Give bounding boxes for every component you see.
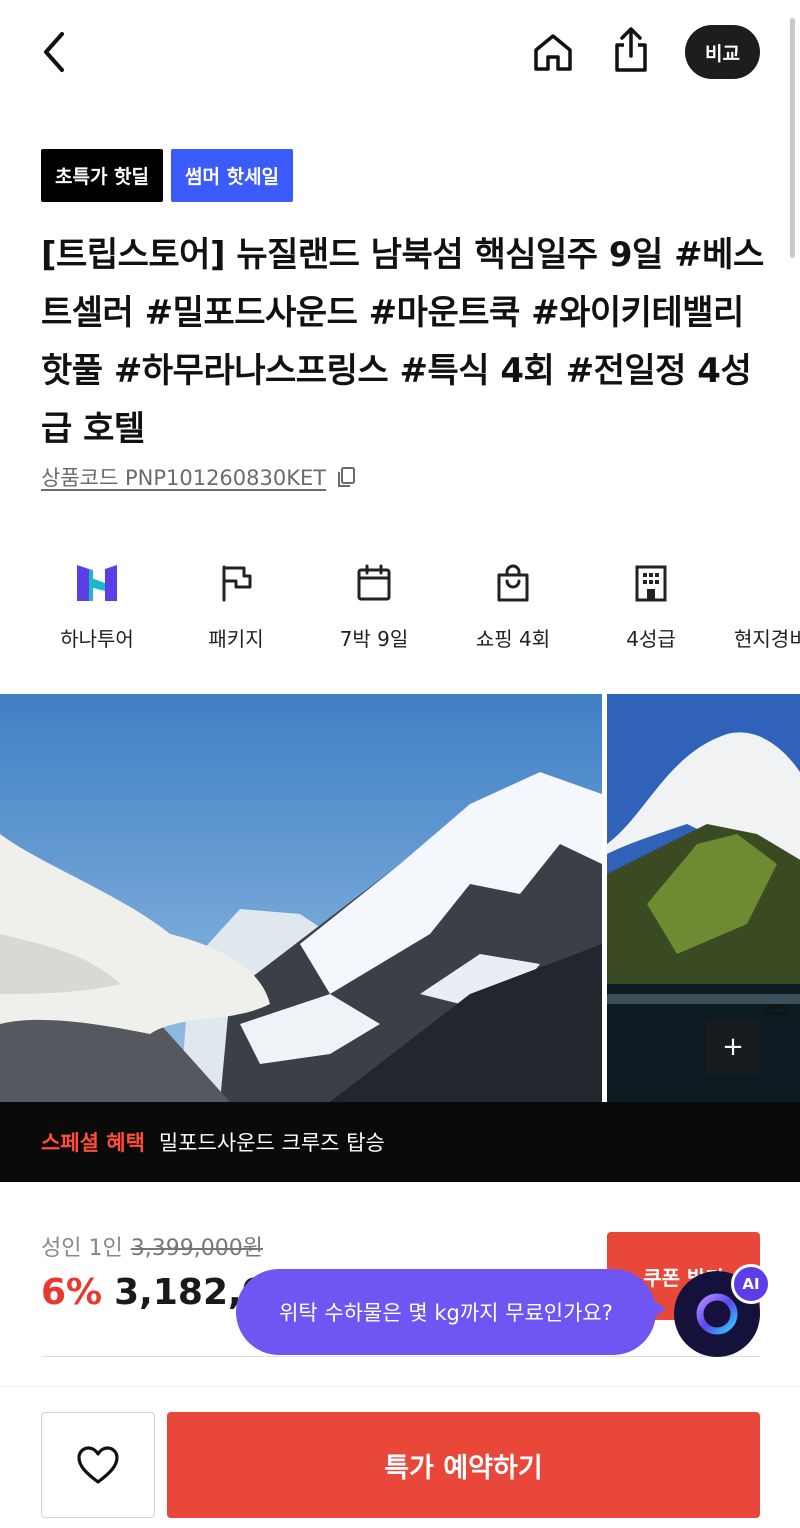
hanatour-logo-icon — [77, 565, 117, 601]
feature-label: 4성급 — [626, 627, 676, 651]
plus-icon: + — [722, 1032, 744, 1062]
special-benefit-text: 밀포드사운드 크루즈 탑승 — [158, 1131, 385, 1155]
home-button[interactable] — [530, 30, 576, 74]
feature-label: 현지경비 — [734, 627, 800, 651]
feature-item-shopping: 쇼핑 4회 — [443, 555, 583, 652]
ai-question-text: 위탁 수하물은 몇 kg까지 무료인가요? — [279, 1301, 613, 1325]
home-icon — [534, 34, 572, 71]
share-icon — [615, 27, 647, 72]
price-original-row: 성인 1인 3,399,000원 — [41, 1230, 267, 1262]
book-button[interactable]: 특가 예약하기 — [167, 1412, 760, 1518]
flag-icon — [222, 565, 252, 602]
feature-item-duration: 7박 9일 — [304, 555, 444, 652]
top-bar: 비교 — [0, 0, 800, 110]
copy-icon[interactable] — [334, 465, 358, 489]
product-code-row: 상품코드 PNP101260830KET — [41, 462, 358, 492]
feature-label: 쇼핑 4회 — [475, 627, 551, 651]
back-button[interactable] — [34, 30, 74, 74]
price-person: 성인 1인 — [41, 1236, 123, 1261]
divider — [41, 1356, 760, 1357]
bottom-action-bar: 특가 예약하기 — [0, 1386, 800, 1528]
feature-item-type: 패키지 — [166, 555, 306, 652]
ai-suggested-question[interactable]: 위탁 수하물은 몇 kg까지 무료인가요? — [236, 1269, 666, 1355]
special-benefit-label: 스페셜 혜택 — [41, 1131, 145, 1155]
shopping-bag-icon — [497, 564, 529, 602]
feature-row: 하나투어 패키지 7박 9일 쇼핑 4회 4성급 현지경비 — [0, 555, 800, 655]
price-original: 3,399,000원 — [130, 1236, 263, 1261]
product-code: 상품코드 PNP101260830KET — [41, 466, 327, 490]
hotdeal-badge: 초특가 핫딜 — [41, 149, 164, 202]
price-current-row: 6% 3,182,0 — [41, 1272, 267, 1313]
feature-item-agency: 하나투어 — [27, 555, 167, 652]
price-area: 성인 1인 3,399,000원 6% 3,182,0 — [41, 1230, 267, 1313]
discount-rate: 6% — [41, 1272, 103, 1313]
wishlist-button[interactable] — [41, 1412, 155, 1518]
calendar-icon — [357, 564, 391, 601]
feature-item-local-cost: 현지경비 — [720, 555, 800, 652]
share-button[interactable] — [608, 26, 654, 74]
scrollbar[interactable] — [790, 18, 795, 258]
badge-row: 초특가 핫딜 썸머 핫세일 — [41, 149, 294, 202]
photo-gallery[interactable] — [0, 694, 800, 1102]
heart-icon — [77, 1446, 119, 1484]
feature-label: 7박 9일 — [339, 627, 409, 651]
building-icon — [635, 565, 667, 602]
feature-label: 패키지 — [208, 627, 264, 651]
summer-sale-badge: 썸머 핫세일 — [171, 149, 294, 202]
ai-badge: AI — [731, 1264, 771, 1304]
product-title: [트립스토어] 뉴질랜드 남북섬 핵심일주 9일 #베스트셀러 #밀포드사운드 … — [41, 235, 764, 449]
gallery-photo-mount-cook[interactable] — [0, 694, 602, 1102]
special-benefit-bar: 스페셜 혜택 밀포드사운드 크루즈 탑승 — [0, 1102, 800, 1182]
feature-label: 하나투어 — [60, 627, 134, 651]
feature-item-hotel: 4성급 — [581, 555, 721, 652]
gallery-photo-milford-sound[interactable] — [607, 694, 800, 1102]
compare-button[interactable]: 비교 — [685, 25, 760, 79]
gallery-more-button[interactable]: + — [706, 1020, 760, 1074]
chevron-left-icon — [44, 32, 64, 72]
